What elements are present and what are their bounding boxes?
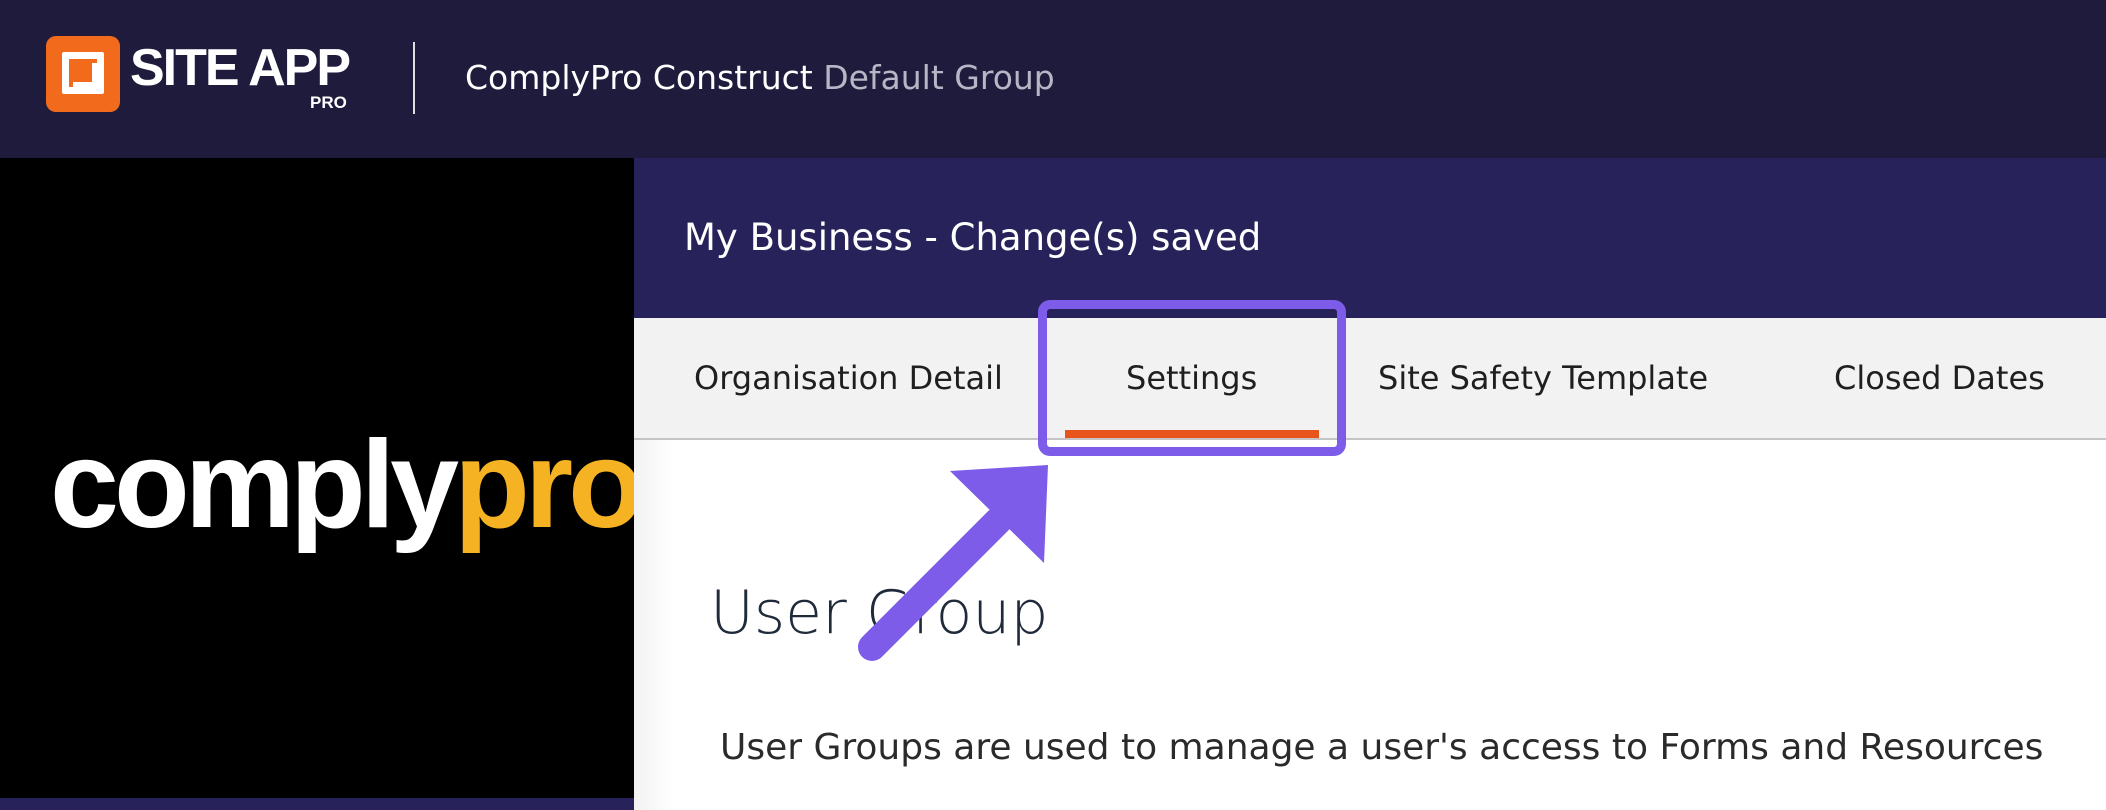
settings-tab-highlight (1038, 300, 1346, 456)
header-divider (413, 42, 415, 114)
pointer-arrow-icon (858, 465, 1048, 661)
page-title: My Business - Change(s) saved (684, 216, 1262, 259)
tab-closed-dates[interactable]: Closed Dates (1834, 358, 2045, 398)
organisation-logo-panel: complypro (0, 158, 644, 798)
organisation-name: ComplyPro Construct (465, 58, 813, 97)
tab-bar: Organisation Detail Settings Site Safety… (634, 318, 2106, 440)
page-header: My Business - Change(s) saved (634, 158, 2106, 318)
brand-sub-label: PRO (310, 93, 347, 112)
complypro-logo: complypro (50, 416, 644, 554)
tab-organisation-detail[interactable]: Organisation Detail (694, 358, 1003, 398)
tab-site-safety-template[interactable]: Site Safety Template (1378, 358, 1708, 398)
organisation-selector[interactable]: ComplyPro Construct Default Group (465, 58, 1055, 98)
site-app-logo-icon[interactable] (46, 36, 120, 112)
top-navigation-bar: SITE APP PRO ComplyPro Construct Default… (0, 0, 2106, 158)
section-description: User Groups are used to manage a user's … (720, 727, 2044, 768)
group-name: Default Group (823, 58, 1055, 97)
left-panel-footer (0, 798, 634, 810)
brand-name: SITE APP (130, 39, 351, 97)
